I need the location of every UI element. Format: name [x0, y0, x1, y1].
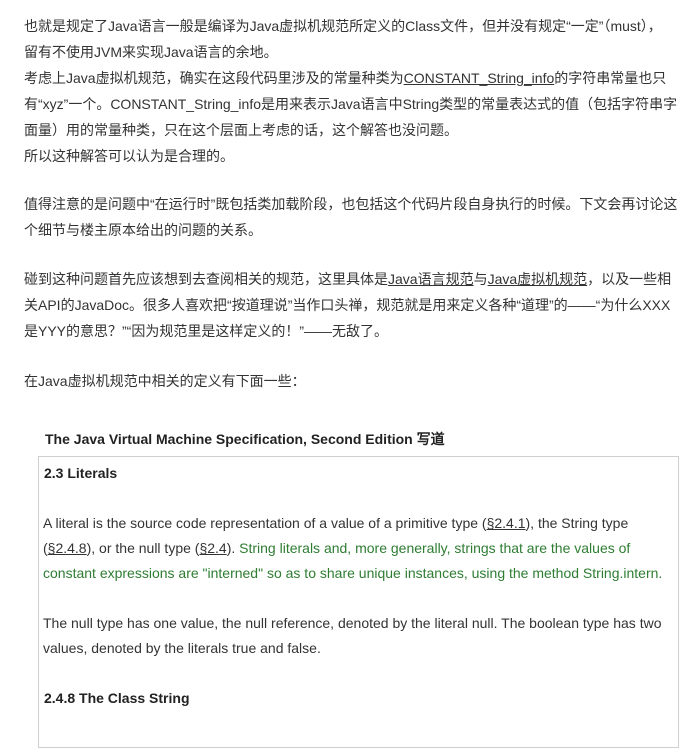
ref-2-4-1-link[interactable]: §2.4.1: [487, 515, 526, 531]
text-span: ，以及一些相: [587, 271, 672, 287]
section-heading-class-string: 2.4.8 The Class String: [44, 690, 190, 706]
text-span: ), the String type: [525, 515, 629, 531]
text-line: 是YYY的意思？”“因为规范里是这样定义的！”——无敌了。: [24, 323, 388, 339]
text-line: 考虑上Java虚拟机规范，确实在这段代码里涉及的常量种类为CONSTANT_St…: [24, 65, 684, 91]
paragraph-constant-string-info: 考虑上Java虚拟机规范，确实在这段代码里涉及的常量种类为CONSTANT_St…: [24, 65, 684, 143]
text-span: ), or the null type (: [86, 540, 200, 556]
highlighted-text-line: constant expressions are "interned" so a…: [43, 565, 663, 581]
ref-2-4-link[interactable]: §2.4: [199, 540, 226, 556]
jvm-spec-link[interactable]: Java虚拟机规范: [488, 271, 588, 287]
text-line: 留有不使用JVM来实现Java语言的余地。: [24, 44, 278, 60]
text-line: 也就是规定了Java语言一般是编译为Java虚拟机规范所定义的Class文件，但…: [24, 18, 662, 34]
literals-paragraph: A literal is the source code representat…: [43, 511, 673, 586]
highlighted-text: String literals and, more generally, str…: [239, 540, 631, 556]
text-line: 个细节与楼主原本给出的问题的关系。: [24, 222, 262, 238]
quote-title: The Java Virtual Machine Specification, …: [45, 431, 445, 447]
text-line: (§2.4.8), or the null type (§2.4). Strin…: [43, 536, 673, 561]
text-line: values, denoted by the literals true and…: [43, 640, 321, 656]
paragraph-jvm-class-file: 也就是规定了Java语言一般是编译为Java虚拟机规范所定义的Class文件，但…: [24, 13, 684, 65]
text-line: 面量）用的常量种类，只在这个层面上考虑的话，这个解答也没问题。: [24, 122, 458, 138]
text-span: 的字符串常量也只: [554, 70, 667, 86]
text-line: 碰到这种问题首先应该想到去查阅相关的规范，这里具体是Java语言规范与Java虚…: [24, 266, 684, 292]
ref-2-4-8-link[interactable]: §2.4.8: [48, 540, 87, 556]
text-span: 与: [473, 271, 488, 287]
text-line: 有“xyz”一个。CONSTANT_String_info是用来表示Java语言…: [24, 96, 678, 112]
text-span: 考虑上Java虚拟机规范，确实在这段代码里涉及的常量种类为: [24, 70, 404, 86]
text-line: 值得注意的是问题中“在运行时”既包括类加载阶段，也包括这个代码片段自身执行的时候…: [24, 196, 678, 212]
paragraph-conclusion: 所以这种解答可以认为是合理的。: [24, 148, 234, 164]
java-language-spec-link[interactable]: Java语言规范: [388, 271, 474, 287]
section-heading-literals: 2.3 Literals: [44, 465, 118, 481]
null-type-paragraph: The null type has one value, the null re…: [43, 611, 673, 661]
paragraph-jvm-definitions: 在Java虚拟机规范中相关的定义有下面一些：: [24, 373, 306, 389]
text-span: A literal is the source code representat…: [43, 515, 487, 531]
constant-string-info-link[interactable]: CONSTANT_String_info: [404, 70, 555, 86]
text-span: 碰到这种问题首先应该想到去查阅相关的规范，这里具体是: [24, 271, 388, 287]
paragraph-specs: 碰到这种问题首先应该想到去查阅相关的规范，这里具体是Java语言规范与Java虚…: [24, 266, 684, 344]
text-line: The null type has one value, the null re…: [43, 615, 662, 631]
text-line: 关API的JavaDoc。很多人喜欢把“按道理说”当作口头禅，规范就是用来定义各…: [24, 297, 671, 313]
paragraph-runtime-note: 值得注意的是问题中“在运行时”既包括类加载阶段，也包括这个代码片段自身执行的时候…: [24, 191, 684, 243]
blog-page: 也就是规定了Java语言一般是编译为Java虚拟机规范所定义的Class文件，但…: [0, 0, 695, 748]
text-span: ).: [226, 540, 240, 556]
text-line: A literal is the source code representat…: [43, 511, 673, 536]
